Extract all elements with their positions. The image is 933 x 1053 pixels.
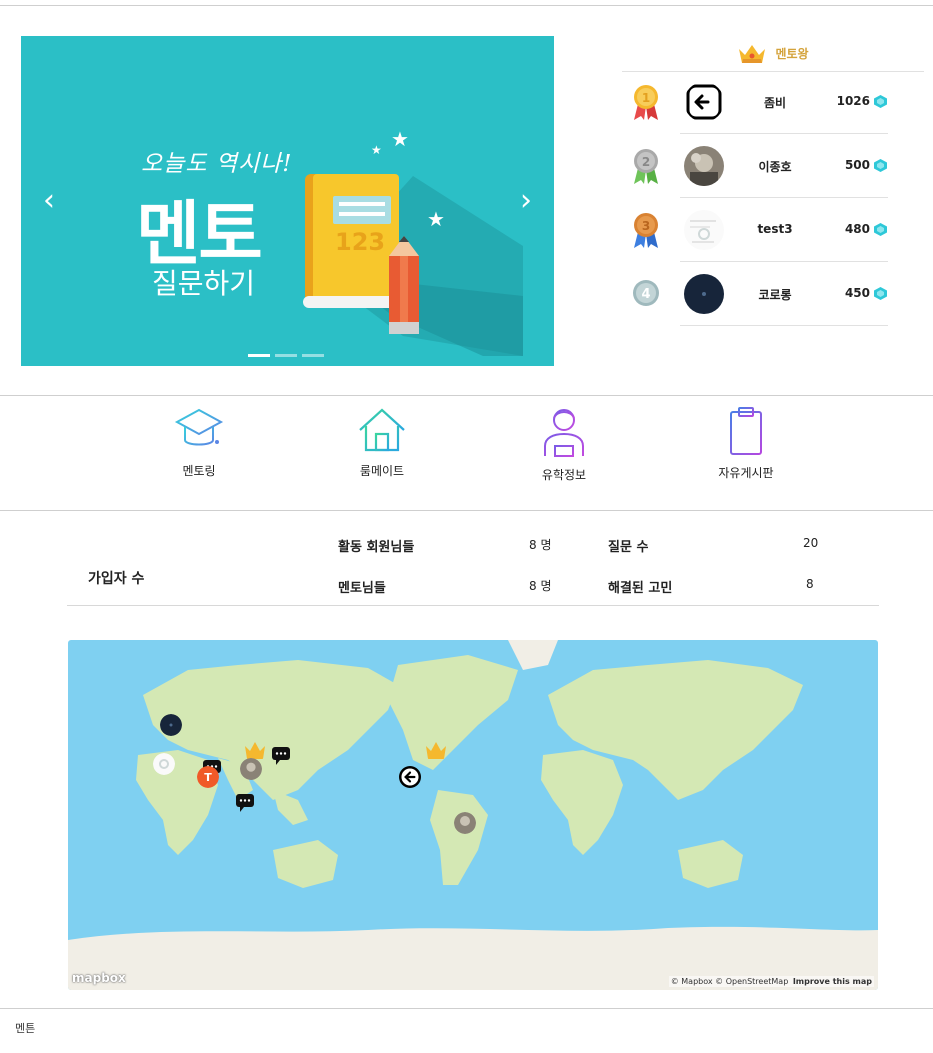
nav-label: 멘토링	[182, 464, 216, 478]
nav-study-abroad-info[interactable]: 유학정보	[504, 406, 624, 483]
ranking-score: 450	[844, 286, 870, 300]
chat-bubble-icon[interactable]	[270, 744, 292, 766]
stats-divider	[67, 605, 879, 606]
nav-free-board[interactable]: 자유게시판	[686, 406, 806, 481]
total-members-label: 가입자 수	[88, 571, 145, 587]
svg-text:2: 2	[642, 155, 650, 169]
ranking-row[interactable]: 2 이종호 500	[622, 134, 924, 198]
svg-text:★: ★	[371, 143, 382, 157]
ranking-title: 멘토왕	[775, 47, 809, 61]
svg-text:4: 4	[641, 287, 650, 302]
avatar[interactable]	[684, 210, 724, 250]
svg-text:★: ★	[427, 207, 445, 231]
ranking-header: 멘토왕	[622, 36, 924, 72]
avatar[interactable]	[684, 146, 724, 186]
house-icon	[359, 408, 405, 452]
solved-label: 해결된 고민	[608, 581, 673, 596]
mentors-label: 멘토님들	[338, 581, 386, 596]
active-members-label: 활동 회원님들	[338, 540, 415, 555]
avatar[interactable]	[684, 274, 724, 314]
carousel-dot[interactable]	[248, 354, 270, 357]
nav-label: 자유게시판	[718, 466, 774, 480]
row-divider	[680, 325, 888, 326]
top-divider	[0, 5, 933, 6]
carousel-dot[interactable]	[302, 354, 324, 357]
mentors-value: 8 명	[529, 579, 552, 593]
gem-icon	[874, 223, 887, 236]
fourth-place-icon: 4	[633, 280, 659, 306]
map-marker-avatar[interactable]: T	[197, 766, 219, 788]
ranking-row[interactable]: 3 test3 480	[622, 198, 924, 262]
questions-value: 20	[803, 536, 819, 550]
svg-text:T: T	[204, 771, 212, 784]
clipboard-icon	[730, 407, 762, 455]
banner-carousel[interactable]: 오늘도 역시나! 멘토 질문하기 ★ ★ ★ 123 ‹ ›	[21, 36, 554, 366]
ranking-name: 좀비	[763, 96, 787, 110]
nav-mentoring[interactable]: 멘토링	[139, 406, 259, 479]
carousel-indicators	[248, 354, 324, 357]
world-map[interactable]: T mapbox © Mapbox © OpenStreetMap Improv…	[68, 640, 878, 990]
mapbox-logo[interactable]: mapbox	[72, 971, 126, 985]
banner-tagline: 오늘도 역시나!	[141, 151, 293, 177]
active-members-value: 8 명	[529, 538, 552, 552]
bronze-medal-icon: 3	[634, 213, 658, 248]
ranking-name: 코로롱	[758, 288, 792, 302]
map-marker-avatar[interactable]	[399, 766, 421, 788]
student-icon	[544, 409, 584, 457]
footer-text: 멘튼	[15, 1022, 36, 1035]
ranking-row[interactable]: 1 좀비 1026	[622, 70, 924, 134]
avatar[interactable]	[684, 82, 724, 122]
gem-icon	[874, 159, 887, 172]
gem-icon	[874, 95, 887, 108]
carousel-dot[interactable]	[275, 354, 297, 357]
improve-map-link[interactable]: Improve this map	[793, 977, 872, 986]
ranking-name: test3	[757, 222, 793, 236]
chevron-right-icon[interactable]: ›	[520, 186, 532, 216]
book-pencil-illustration: ★ ★ ★ 123	[303, 127, 523, 356]
attribution-text[interactable]: © Mapbox © OpenStreetMap	[671, 977, 789, 986]
section-divider	[0, 395, 933, 396]
graduation-cap-icon	[174, 408, 224, 446]
questions-label: 질문 수	[608, 540, 649, 555]
svg-text:★: ★	[391, 127, 409, 151]
gold-medal-icon: 1	[634, 85, 658, 120]
chevron-left-icon[interactable]: ‹	[43, 186, 55, 216]
crown-icon[interactable]	[425, 740, 447, 762]
nav-label: 룸메이트	[359, 464, 405, 478]
map-marker-avatar[interactable]	[240, 758, 262, 780]
nav-roommate[interactable]: 룸메이트	[322, 406, 442, 479]
map-attribution: © Mapbox © OpenStreetMap Improve this ma…	[668, 976, 874, 987]
gem-icon	[874, 287, 887, 300]
chat-bubble-icon[interactable]	[234, 791, 256, 813]
ranking-score: 500	[844, 158, 870, 172]
map-marker-avatar[interactable]	[160, 714, 182, 736]
section-divider	[0, 1008, 933, 1009]
nav-label: 유학정보	[541, 468, 587, 482]
book-number: 123	[335, 228, 385, 256]
solved-value: 8	[806, 577, 814, 591]
ranking-score: 1026	[836, 94, 870, 108]
ranking-row[interactable]: 4 코로롱 450	[622, 262, 924, 326]
svg-text:3: 3	[642, 219, 650, 233]
map-marker-avatar[interactable]	[153, 753, 175, 775]
crown-icon	[739, 44, 766, 63]
banner-subtitle: 질문하기	[152, 267, 256, 300]
silver-medal-icon: 2	[634, 149, 658, 184]
ranking-name: 이종호	[758, 160, 792, 174]
section-divider	[0, 510, 933, 511]
map-marker-avatar[interactable]	[454, 812, 476, 834]
ranking-score: 480	[844, 222, 870, 236]
svg-text:1: 1	[642, 91, 650, 105]
